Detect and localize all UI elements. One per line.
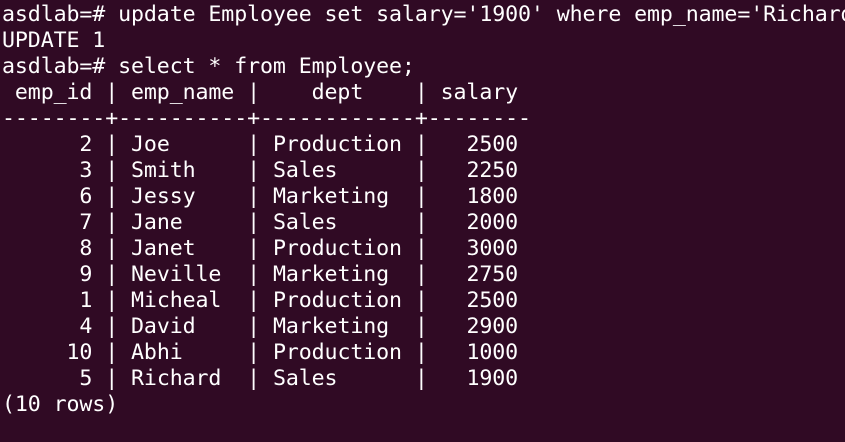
column-separator: |	[234, 314, 273, 339]
cell-dept: Production	[272, 288, 402, 313]
column-separator: |	[92, 262, 132, 287]
cell-salary: 2750	[440, 262, 519, 287]
table-separator: --------+----------+------------+-------…	[2, 106, 531, 131]
table-header: emp_id | emp_name | dept | salary	[2, 80, 519, 105]
column-separator: |	[401, 314, 441, 339]
cell-emp-name: Neville	[131, 262, 235, 287]
command-line-select: asdlab=# select * from Employee;	[2, 54, 415, 79]
column-separator: |	[234, 132, 273, 157]
table-row: 7 | Jane | Sales | 2000	[2, 210, 845, 236]
cell-emp-id: 3	[2, 158, 93, 183]
column-separator: |	[92, 314, 132, 339]
column-separator: |	[234, 288, 273, 313]
column-separator: |	[234, 184, 273, 209]
cell-emp-id: 2	[2, 132, 93, 157]
column-separator: |	[401, 132, 441, 157]
table-row: 5 | Richard | Sales | 1900	[2, 366, 845, 392]
table-row: 9 | Neville | Marketing | 2750	[2, 262, 845, 288]
cell-salary: 2250	[440, 158, 519, 183]
column-separator: |	[234, 340, 273, 365]
table-body: 2 | Joe | Production | 2500 3 | Smith | …	[2, 132, 845, 392]
column-separator: |	[234, 210, 273, 235]
table-row: 6 | Jessy | Marketing | 1800	[2, 184, 845, 210]
cell-emp-id: 1	[2, 288, 93, 313]
cell-emp-name: Smith	[131, 158, 235, 183]
cell-dept: Production	[272, 340, 402, 365]
cell-emp-name: Richard	[131, 366, 235, 391]
cell-emp-name: Abhi	[131, 340, 235, 365]
column-separator: |	[401, 340, 441, 365]
cell-emp-name: Jessy	[131, 184, 235, 209]
table-row: 1 | Micheal | Production | 2500	[2, 288, 845, 314]
command-line-update: asdlab=# update Employee set salary='190…	[2, 2, 845, 27]
column-separator: |	[401, 158, 441, 183]
column-separator: |	[401, 288, 441, 313]
column-separator: |	[92, 210, 132, 235]
column-separator: |	[92, 288, 132, 313]
cell-emp-id: 10	[2, 340, 93, 365]
cell-dept: Marketing	[272, 262, 402, 287]
cell-dept: Production	[272, 132, 402, 157]
cell-emp-name: Joe	[131, 132, 235, 157]
column-separator: |	[401, 366, 441, 391]
column-separator: |	[401, 210, 441, 235]
command-output-update: UPDATE 1	[2, 28, 106, 53]
column-separator: |	[92, 158, 132, 183]
cell-salary: 3000	[440, 236, 519, 261]
column-separator: |	[234, 158, 273, 183]
cell-dept: Marketing	[272, 314, 402, 339]
cell-salary: 1000	[440, 340, 519, 365]
cell-salary: 2500	[440, 132, 519, 157]
column-separator: |	[234, 236, 273, 261]
column-separator: |	[234, 366, 273, 391]
column-separator: |	[92, 132, 132, 157]
cell-salary: 2000	[440, 210, 519, 235]
cell-emp-name: Janet	[131, 236, 235, 261]
cell-dept: Sales	[272, 366, 402, 391]
cell-emp-name: David	[131, 314, 235, 339]
cell-dept: Production	[272, 236, 402, 261]
column-separator: |	[234, 262, 273, 287]
row-count: (10 rows)	[2, 392, 119, 417]
table-row: 4 | David | Marketing | 2900	[2, 314, 845, 340]
cell-salary: 1800	[440, 184, 519, 209]
column-separator: |	[92, 340, 132, 365]
cell-emp-name: Micheal	[131, 288, 235, 313]
cell-emp-id: 9	[2, 262, 93, 287]
cell-emp-name: Jane	[131, 210, 235, 235]
cell-emp-id: 4	[2, 314, 93, 339]
cell-dept: Marketing	[272, 184, 402, 209]
cell-salary: 2500	[440, 288, 519, 313]
cell-salary: 2900	[440, 314, 519, 339]
column-separator: |	[92, 184, 132, 209]
cell-emp-id: 6	[2, 184, 93, 209]
terminal-window[interactable]: asdlab=# update Employee set salary='190…	[0, 0, 845, 442]
cell-dept: Sales	[272, 210, 402, 235]
table-row: 2 | Joe | Production | 2500	[2, 132, 845, 158]
table-row: 3 | Smith | Sales | 2250	[2, 158, 845, 184]
table-row: 8 | Janet | Production | 3000	[2, 236, 845, 262]
cell-salary: 1900	[440, 366, 519, 391]
table-row: 10 | Abhi | Production | 1000	[2, 340, 845, 366]
cell-emp-id: 5	[2, 366, 93, 391]
column-separator: |	[401, 184, 441, 209]
cell-dept: Sales	[272, 158, 402, 183]
column-separator: |	[92, 366, 132, 391]
column-separator: |	[92, 236, 132, 261]
cell-emp-id: 7	[2, 210, 93, 235]
column-separator: |	[401, 236, 441, 261]
column-separator: |	[401, 262, 441, 287]
cell-emp-id: 8	[2, 236, 93, 261]
